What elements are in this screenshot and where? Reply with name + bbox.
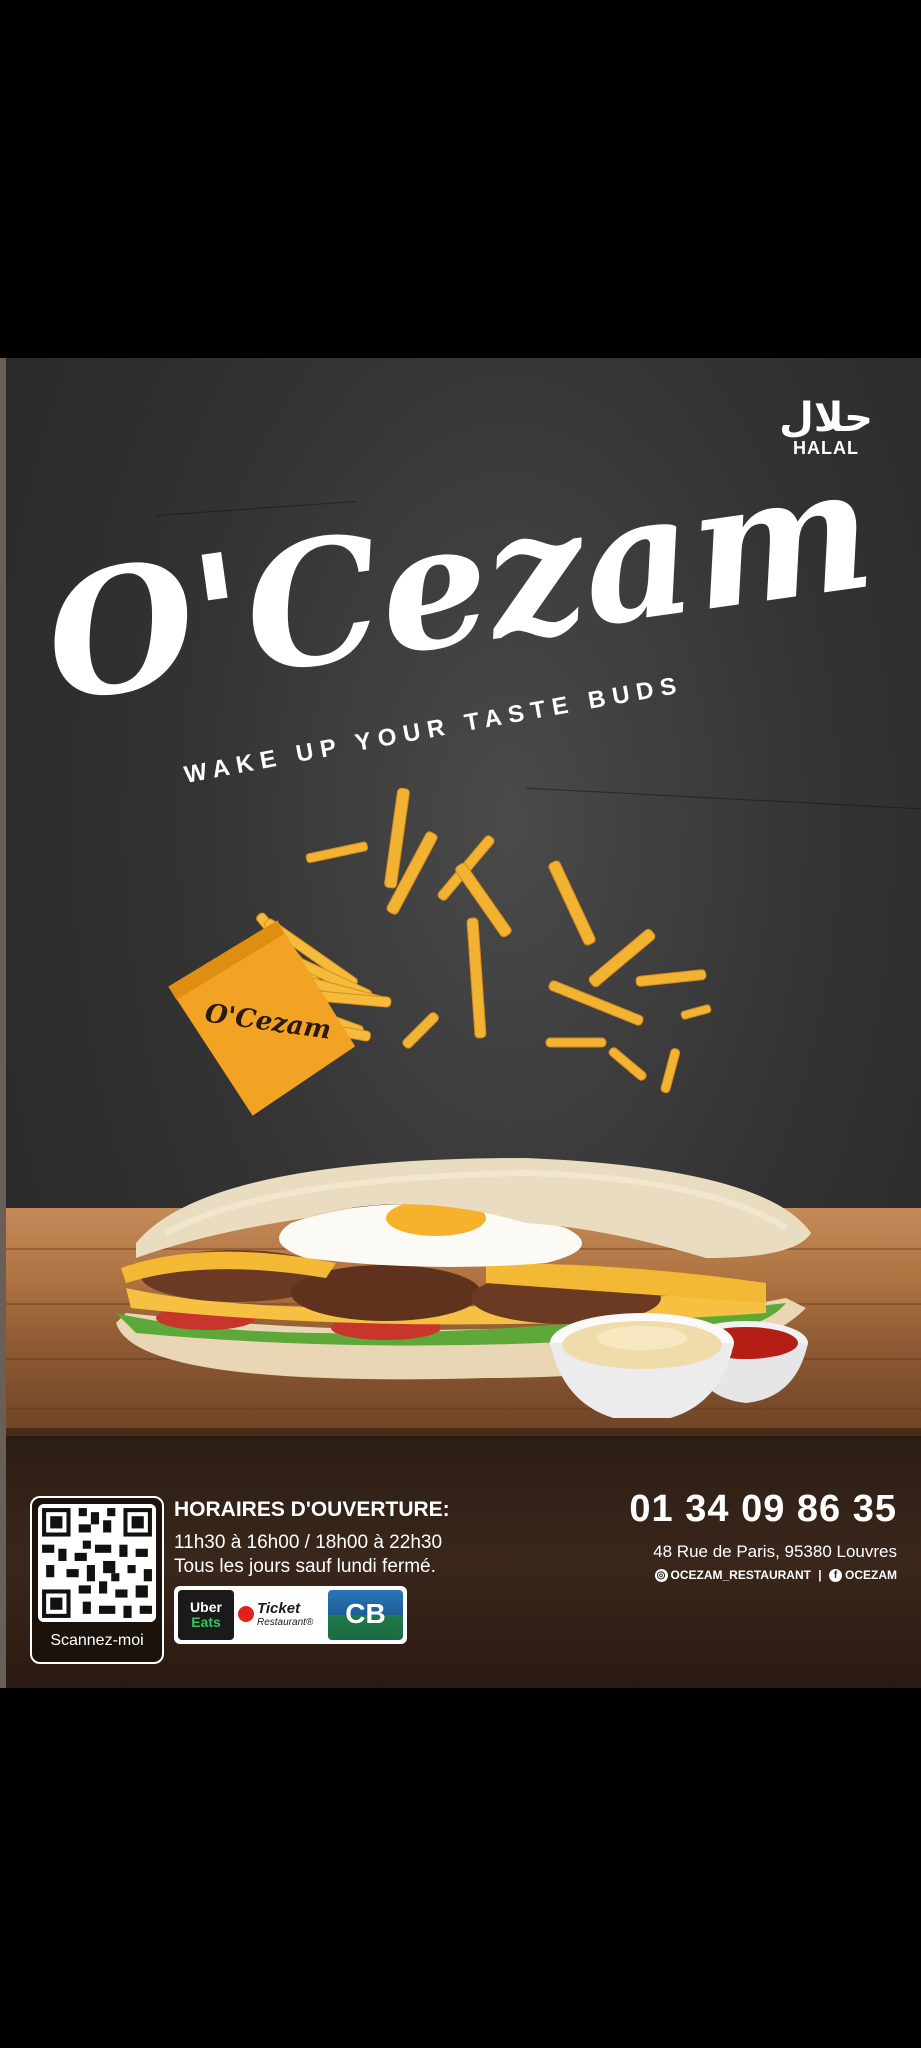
flying-fries xyxy=(305,787,712,1094)
ticket-restaurant-logo: Ticket Restaurant® xyxy=(236,1590,326,1640)
facebook-icon[interactable]: f xyxy=(829,1569,842,1583)
ticket-restaurant-word-2: Restaurant® xyxy=(257,1617,314,1628)
phone-number[interactable]: 01 34 09 86 35 xyxy=(629,1488,897,1531)
cb-text: CB xyxy=(345,1598,386,1629)
hours-line-1: 11h30 à 16h00 / 18h00 à 22h30 xyxy=(174,1532,443,1553)
cb-card-logo: CB xyxy=(328,1590,403,1640)
instagram-icon[interactable]: ◎ xyxy=(654,1569,668,1583)
uber-eats-logo: Uber Eats xyxy=(178,1590,234,1640)
sauce-bowls xyxy=(550,1313,808,1418)
address: 48 Rue de Paris, 95380 Louvres xyxy=(653,1542,897,1561)
uber-eats-word-1: Uber xyxy=(190,1599,222,1615)
poster: حلال HALAL O'Cezam WAKE UP YOUR TASTE BU… xyxy=(6,358,921,1688)
social-links: ◎ OCEZAM_RESTAURANT | f OCEZAM xyxy=(654,1568,897,1583)
instagram-handle[interactable]: OCEZAM_RESTAURANT xyxy=(671,1568,811,1582)
hours-title: HORAIRES D'OUVERTURE: xyxy=(174,1498,450,1521)
qr-scan-label: Scannez-moi xyxy=(50,1632,144,1649)
facebook-handle[interactable]: OCEZAM xyxy=(845,1568,897,1582)
sandwich-illustration xyxy=(116,1158,811,1418)
ticket-restaurant-word-1: Ticket xyxy=(257,1600,301,1617)
payment-methods: Uber Eats Ticket Restaurant® CB xyxy=(174,1586,407,1644)
ticket-restaurant-icon xyxy=(238,1606,254,1622)
info-footer: Scannez-moi HORAIRES D'OUVERTURE: 11h30 … xyxy=(6,1436,921,1688)
hours-line-2: Tous les jours sauf lundi fermé. xyxy=(174,1556,436,1577)
qr-code-icon[interactable] xyxy=(38,1504,156,1622)
uber-eats-word-2: Eats xyxy=(191,1614,221,1630)
social-divider: | xyxy=(818,1568,822,1582)
qr-code-box[interactable]: Scannez-moi xyxy=(30,1496,164,1664)
